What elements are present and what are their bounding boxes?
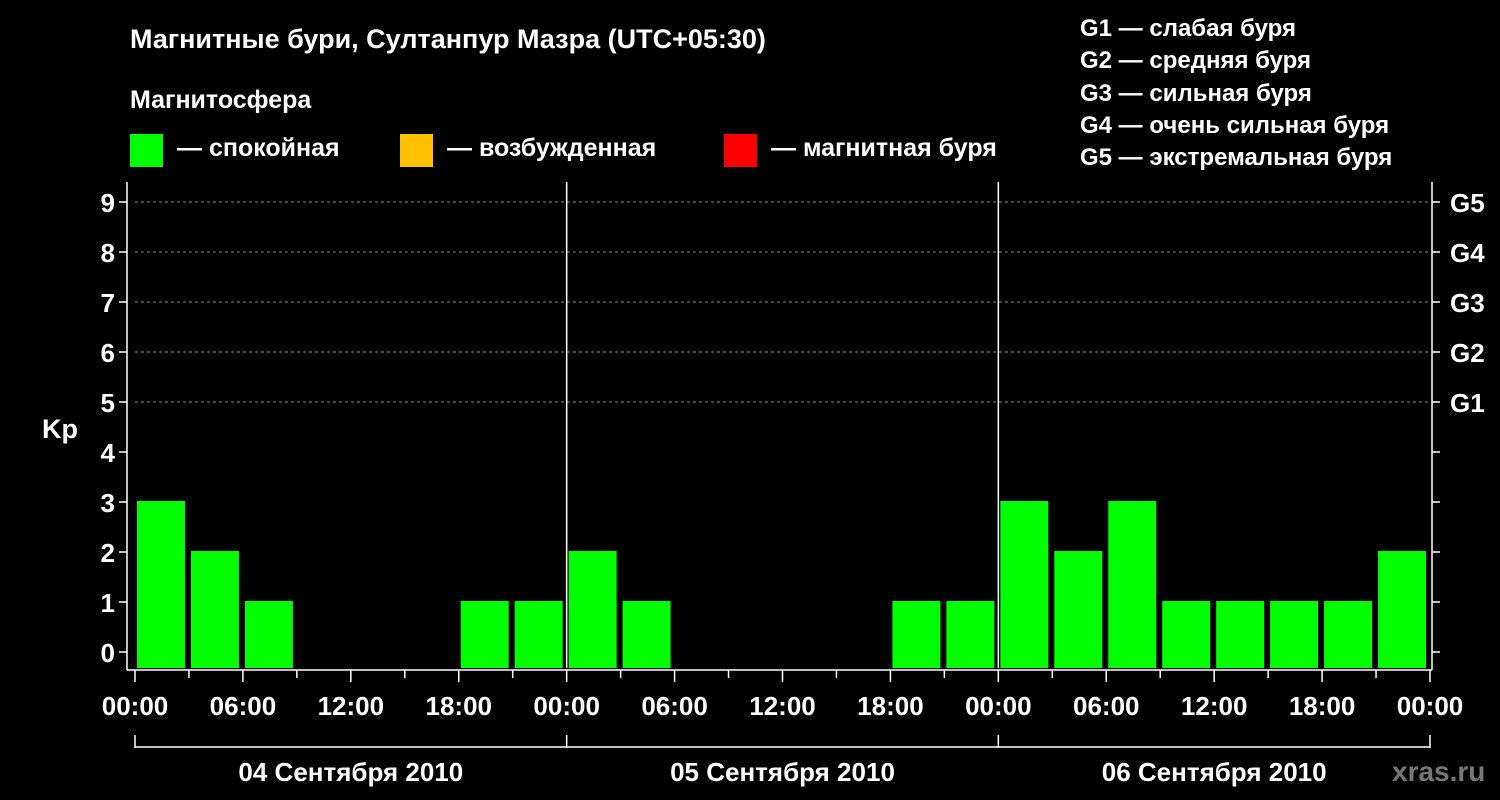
- x-tick-label: 06:00: [641, 691, 708, 721]
- day-label: 04 Сентября 2010: [238, 757, 463, 787]
- x-tick-label: 00:00: [533, 691, 600, 721]
- bar: [622, 601, 671, 668]
- bar: [514, 601, 563, 668]
- day-label: 05 Сентября 2010: [670, 757, 895, 787]
- kp-chart: 0 1 2 3 4 5 6 7 8 9 G1 G2 G3 G4 G5 Kp 00:00 06:00 12:00 18:…: [42, 182, 1485, 787]
- y-tick-label: 8: [101, 238, 115, 268]
- g-level-label: G4: [1450, 238, 1485, 268]
- bar: [892, 601, 941, 668]
- bar: [460, 601, 509, 668]
- y-tick-label: 1: [101, 588, 115, 618]
- y-tick-label: 7: [101, 288, 115, 318]
- g-level-label: G5: [1450, 188, 1485, 218]
- x-tick-label: 00:00: [1397, 691, 1464, 721]
- bar: [1054, 551, 1103, 668]
- bar: [568, 551, 617, 668]
- y-tick-label: 9: [101, 188, 115, 218]
- g-level-label: G2: [1450, 338, 1485, 368]
- bar: [1324, 601, 1373, 668]
- g-level-label: G1: [1450, 388, 1485, 418]
- bar: [1378, 551, 1426, 668]
- x-tick-label: 18:00: [857, 691, 924, 721]
- x-tick-label: 12:00: [318, 691, 385, 721]
- y-tick-label: 5: [101, 388, 115, 418]
- bar: [1108, 501, 1157, 668]
- bar: [244, 601, 293, 668]
- x-tick-label: 06:00: [1073, 691, 1140, 721]
- y-axis-label: Kp: [42, 414, 78, 444]
- g-level-label: G3: [1450, 288, 1485, 318]
- x-tick-label: 18:00: [426, 691, 493, 721]
- x-tick-label: 12:00: [749, 691, 816, 721]
- x-tick-label: 06:00: [210, 691, 277, 721]
- y-tick-label: 4: [101, 438, 116, 468]
- bar: [1216, 601, 1265, 668]
- bar: [137, 501, 185, 668]
- bar: [190, 551, 239, 668]
- watermark: xras.ru: [1392, 756, 1486, 787]
- day-label: 06 Сентября 2010: [1102, 757, 1327, 787]
- bar: [1270, 601, 1319, 668]
- y-tick-label: 2: [101, 538, 115, 568]
- y-tick-label: 3: [101, 488, 115, 518]
- bar: [946, 601, 995, 668]
- x-tick-label: 00:00: [965, 691, 1032, 721]
- x-tick-label: 00:00: [102, 691, 169, 721]
- y-tick-label: 0: [101, 638, 115, 668]
- bar: [1162, 601, 1211, 668]
- y-tick-label: 6: [101, 338, 115, 368]
- x-tick-label: 18:00: [1289, 691, 1356, 721]
- bar: [1000, 501, 1049, 668]
- x-tick-label: 12:00: [1181, 691, 1248, 721]
